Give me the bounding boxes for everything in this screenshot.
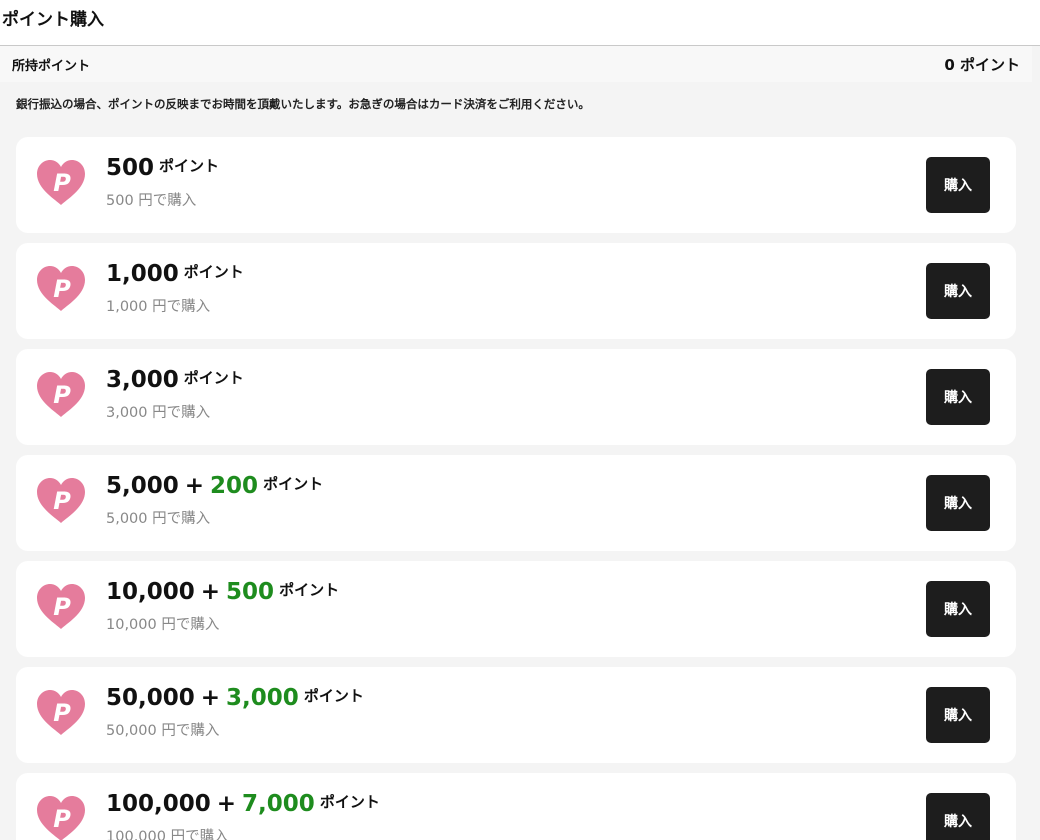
points-amount: 3,000 <box>106 367 179 393</box>
buy-button[interactable]: 購入 <box>926 581 990 637</box>
svg-text:P: P <box>53 275 71 303</box>
payment-notice: 銀行振込の場合、ポイントの反映までお時間を頂戴いたします。お急ぎの場合はカード決… <box>16 97 590 111</box>
svg-text:P: P <box>53 487 71 515</box>
buy-button[interactable]: 購入 <box>926 369 990 425</box>
balance-value: 0 ポイント <box>944 55 1020 74</box>
page-title: ポイント購入 <box>0 0 1040 46</box>
points-amount: 5,000 <box>106 473 179 499</box>
points-amount: 10,000 <box>106 579 195 605</box>
points-unit: ポイント <box>319 793 380 811</box>
points-plus-sign: + <box>184 473 205 499</box>
buy-button[interactable]: 購入 <box>926 263 990 319</box>
points-line: 100,000 + 7,000 ポイント <box>106 791 380 825</box>
points-line: 10,000 + 500 ポイント <box>106 579 339 613</box>
package-card: P 1,000 ポイント 1,000 円で購入 購入 <box>16 243 1016 339</box>
svg-text:P: P <box>53 593 71 621</box>
bonus-points: 3,000 <box>226 685 299 711</box>
svg-text:P: P <box>53 805 71 833</box>
package-text: 50,000 + 3,000 ポイント 50,000 円で購入 <box>106 685 364 740</box>
bonus-points: 500 <box>226 579 275 605</box>
price-label: 5,000 円で購入 <box>106 511 211 527</box>
point-purchase-page: ポイント購入 所持ポイント 0 ポイント 銀行振込の場合、ポイントの反映までお時… <box>0 0 1040 840</box>
package-text: 10,000 + 500 ポイント 10,000 円で購入 <box>106 579 339 634</box>
points-amount: 100,000 <box>106 791 211 817</box>
price-label: 50,000 円で購入 <box>106 723 220 739</box>
buy-button[interactable]: 購入 <box>926 475 990 531</box>
points-unit: ポイント <box>263 475 324 493</box>
buy-button[interactable]: 購入 <box>926 157 990 213</box>
points-line: 50,000 + 3,000 ポイント <box>106 685 364 719</box>
package-text: 100,000 + 7,000 ポイント 100,000 円で購入 <box>106 791 380 840</box>
points-unit: ポイント <box>303 687 364 705</box>
points-plus-sign: + <box>216 791 237 817</box>
package-list: P 500 ポイント 500 円で購入 購入 P 1,000 ポイント 1,00… <box>16 137 1016 840</box>
price-label: 500 円で購入 <box>106 193 197 209</box>
heart-p-icon: P <box>36 477 86 525</box>
heart-p-icon: P <box>36 371 86 419</box>
package-text: 500 ポイント 500 円で購入 <box>106 155 219 210</box>
points-unit: ポイント <box>183 369 244 387</box>
package-card: P 10,000 + 500 ポイント 10,000 円で購入 購入 <box>16 561 1016 657</box>
package-text: 3,000 ポイント 3,000 円で購入 <box>106 367 244 422</box>
package-card: P 500 ポイント 500 円で購入 購入 <box>16 137 1016 233</box>
price-label: 1,000 円で購入 <box>106 299 211 315</box>
package-text: 5,000 + 200 ポイント 5,000 円で購入 <box>106 473 323 528</box>
points-line: 5,000 + 200 ポイント <box>106 473 323 507</box>
package-card: P 50,000 + 3,000 ポイント 50,000 円で購入 購入 <box>16 667 1016 763</box>
svg-text:P: P <box>53 699 71 727</box>
svg-text:P: P <box>53 169 71 197</box>
price-label: 100,000 円で購入 <box>106 829 229 840</box>
bonus-points: 200 <box>210 473 259 499</box>
points-amount: 1,000 <box>106 261 179 287</box>
package-card: P 3,000 ポイント 3,000 円で購入 購入 <box>16 349 1016 445</box>
svg-text:P: P <box>53 381 71 409</box>
balance-label: 所持ポイント <box>12 58 91 74</box>
heart-p-icon: P <box>36 795 86 840</box>
package-card: P 5,000 + 200 ポイント 5,000 円で購入 購入 <box>16 455 1016 551</box>
points-unit: ポイント <box>183 263 244 281</box>
heart-p-icon: P <box>36 689 86 737</box>
package-text: 1,000 ポイント 1,000 円で購入 <box>106 261 244 316</box>
points-plus-sign: + <box>200 579 221 605</box>
buy-button[interactable]: 購入 <box>926 687 990 743</box>
buy-button[interactable]: 購入 <box>926 793 990 840</box>
points-amount: 50,000 <box>106 685 195 711</box>
points-unit: ポイント <box>159 157 220 175</box>
heart-p-icon: P <box>36 159 86 207</box>
points-line: 1,000 ポイント <box>106 261 244 295</box>
price-label: 3,000 円で購入 <box>106 405 211 421</box>
heart-p-icon: P <box>36 583 86 631</box>
points-line: 3,000 ポイント <box>106 367 244 401</box>
points-line: 500 ポイント <box>106 155 219 189</box>
points-amount: 500 <box>106 155 155 181</box>
points-plus-sign: + <box>200 685 221 711</box>
bonus-points: 7,000 <box>242 791 315 817</box>
heart-p-icon: P <box>36 265 86 313</box>
balance-bar: 所持ポイント 0 ポイント <box>0 46 1032 82</box>
points-unit: ポイント <box>279 581 340 599</box>
package-card: P 100,000 + 7,000 ポイント 100,000 円で購入 購入 <box>16 773 1016 840</box>
price-label: 10,000 円で購入 <box>106 617 220 633</box>
